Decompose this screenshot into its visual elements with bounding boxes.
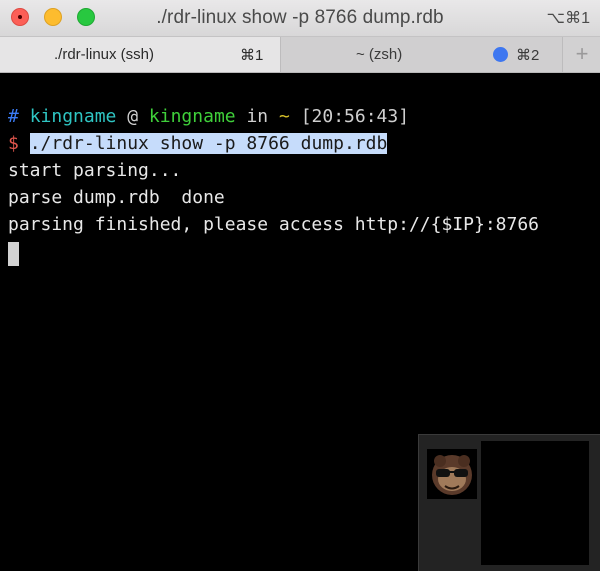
- prompt-at: @: [127, 106, 139, 127]
- prompt-dir: ~: [279, 106, 290, 127]
- prompt-hash: #: [8, 106, 19, 127]
- prompt-time: [20:56:43]: [300, 106, 410, 127]
- tab-zsh[interactable]: ~ (zsh) ⌘2: [281, 37, 563, 72]
- activity-dot-icon: [493, 47, 508, 62]
- watermark-logo-icon: [427, 449, 477, 499]
- tab-label: ./rdr-linux (ssh): [54, 46, 155, 63]
- prompt-user: kingname: [29, 106, 117, 127]
- tab-ssh[interactable]: ./rdr-linux (ssh) ⌘1: [0, 37, 281, 72]
- new-tab-button[interactable]: +: [564, 37, 600, 72]
- command-line: $ ./rdr-linux show -p 8766 dump.rdb: [8, 133, 388, 155]
- watermark-panel: [481, 441, 589, 565]
- tab-shortcut: ⌘1: [240, 47, 264, 64]
- tab-label: ~ (zsh): [356, 46, 403, 63]
- window-shortcut: ⌥⌘1: [546, 10, 590, 27]
- prompt-in: in: [246, 106, 269, 127]
- output-line: parsing finished, please access http://{…: [8, 214, 540, 235]
- window-title: ./rdr-linux show -p 8766 dump.rdb: [156, 7, 444, 28]
- tab-shortcut: ⌘2: [516, 47, 540, 64]
- command-text[interactable]: ./rdr-linux show -p 8766 dump.rdb: [29, 133, 388, 154]
- watermark: [418, 434, 600, 571]
- output-line: start parsing...: [8, 160, 182, 181]
- tab-bar: ./rdr-linux (ssh) ⌘1 ~ (zsh) ⌘2 +: [0, 37, 600, 73]
- prompt-line: # kingname @ kingname in ~ [20:56:43]: [8, 106, 409, 128]
- text-cursor: [8, 242, 19, 266]
- prompt-host: kingname: [148, 106, 236, 127]
- terminal-window: ./rdr-linux show -p 8766 dump.rdb ⌥⌘1 ./…: [0, 0, 600, 571]
- title-bar[interactable]: ./rdr-linux show -p 8766 dump.rdb ⌥⌘1: [0, 0, 600, 37]
- output-line: parse dump.rdb done: [8, 187, 225, 208]
- prompt-dollar: $: [8, 133, 19, 154]
